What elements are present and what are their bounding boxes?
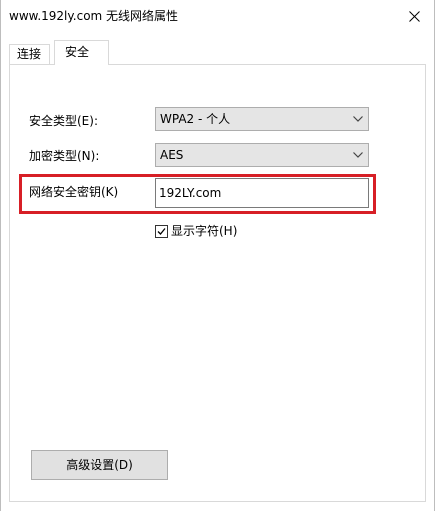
show-characters-label: 显示字符(H) bbox=[171, 224, 238, 238]
show-characters-checkbox[interactable] bbox=[155, 224, 168, 238]
dialog-window: www.192ly.com 无线网络属性 连接 安全 安全类型(E): WPA2… bbox=[0, 0, 435, 511]
checkmark-icon bbox=[157, 227, 166, 235]
network-key-input[interactable] bbox=[155, 178, 369, 208]
close-button[interactable] bbox=[394, 0, 434, 32]
network-key-label: 网络安全密钥(K) bbox=[29, 185, 119, 199]
security-type-select[interactable]: WPA2 - 个人 bbox=[155, 107, 369, 131]
show-characters-row[interactable]: 显示字符(H) bbox=[155, 223, 237, 239]
advanced-settings-button[interactable]: 高级设置(D) bbox=[31, 450, 168, 480]
chevron-down-icon bbox=[353, 116, 363, 122]
title-bar[interactable]: www.192ly.com 无线网络属性 bbox=[1, 0, 434, 32]
encryption-type-label: 加密类型(N): bbox=[29, 149, 100, 163]
encryption-type-value: AES bbox=[160, 148, 184, 162]
tab-connection[interactable]: 连接 bbox=[9, 44, 50, 64]
tab-security[interactable]: 安全 bbox=[54, 40, 109, 65]
chevron-down-icon bbox=[353, 152, 363, 158]
security-type-value: WPA2 - 个人 bbox=[160, 112, 231, 126]
encryption-type-select[interactable]: AES bbox=[155, 143, 369, 167]
window-title: www.192ly.com 无线网络属性 bbox=[9, 9, 179, 23]
close-icon bbox=[408, 10, 420, 22]
security-type-label: 安全类型(E): bbox=[29, 114, 98, 128]
